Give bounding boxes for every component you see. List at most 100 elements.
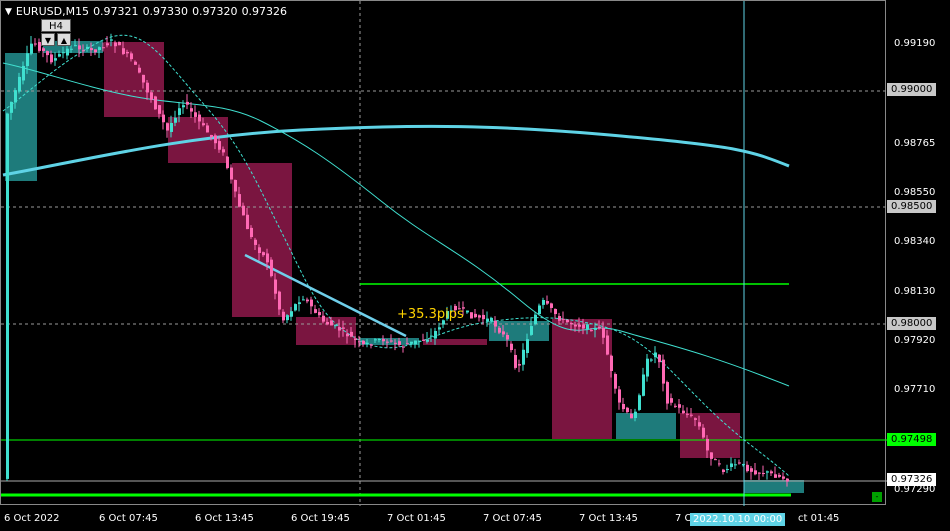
candle-body	[350, 331, 353, 337]
candle-body	[594, 327, 597, 330]
time-tick: 7 Oct 13:45	[579, 513, 638, 524]
candle-body	[574, 324, 577, 327]
candle-body	[778, 474, 781, 477]
time-tick: ct 01:45	[798, 513, 840, 524]
triangle-down-icon[interactable]: ▼	[5, 7, 12, 17]
price-tick: 0.98550	[894, 187, 936, 198]
chart-area[interactable]: ▼ EURUSD,M15 0.97321 0.97330 0.97320 0.9…	[0, 0, 887, 506]
candle-body	[742, 464, 745, 466]
candle-body	[590, 330, 593, 332]
candle-body	[178, 108, 181, 115]
time-axis[interactable]: 6 Oct 2022 6 Oct 07:45 6 Oct 13:45 6 Oct…	[0, 505, 886, 531]
timeframe-down-button[interactable]: ▼	[41, 33, 55, 46]
cursor-time-label: 2022.10.10 00:00	[690, 513, 786, 526]
candle-body	[722, 469, 725, 473]
price-tick: 0.99190	[894, 38, 936, 49]
candle-body	[214, 135, 217, 144]
candle-body	[494, 320, 497, 327]
candle-body	[174, 117, 177, 123]
candle-body	[294, 304, 297, 311]
candle-body	[258, 247, 261, 254]
candle-body	[290, 311, 293, 317]
candle-body	[226, 156, 229, 169]
candle-body	[238, 194, 241, 207]
candle-body	[210, 135, 213, 138]
candle-body	[254, 239, 257, 245]
candle-body	[154, 96, 157, 110]
candle-body	[194, 112, 197, 117]
candle-body	[430, 335, 433, 337]
candle-body	[366, 342, 369, 344]
candle-body	[362, 340, 365, 345]
candle-body	[754, 470, 757, 475]
candle-body	[582, 324, 585, 329]
candle-body	[774, 474, 777, 478]
candle-body	[6, 113, 9, 479]
candle-body	[82, 50, 85, 52]
candle-body	[782, 476, 785, 479]
candle-body	[338, 327, 341, 331]
ohlc-high: 0.97330	[142, 5, 189, 18]
candle-body	[586, 324, 589, 330]
candle-body	[246, 214, 249, 230]
candle-body	[58, 54, 61, 57]
candle-body	[514, 354, 517, 368]
candle-body	[138, 67, 141, 73]
candle-body	[130, 53, 133, 60]
candle-body	[158, 105, 161, 114]
time-tick: 6 Oct 19:45	[291, 513, 350, 524]
candle-body	[482, 314, 485, 320]
price-tick: 0.97290	[894, 484, 936, 495]
candle-body	[318, 312, 321, 316]
candle-body	[54, 58, 57, 61]
candle-body	[422, 339, 425, 341]
candle-body	[102, 47, 105, 49]
timeframe-label[interactable]: H4	[41, 19, 71, 32]
candle-body	[678, 404, 681, 408]
candle-body	[166, 123, 169, 131]
price-chart[interactable]	[1, 1, 887, 506]
timeframe-badge[interactable]: H4 ▼ ▲	[41, 19, 71, 49]
candle-body	[390, 340, 393, 342]
candle-body	[526, 339, 529, 354]
candle-body	[498, 327, 501, 333]
timeframe-up-button[interactable]: ▲	[57, 33, 71, 46]
minimize-button[interactable]: -	[872, 492, 882, 502]
candle-body	[670, 398, 673, 403]
candle-body	[666, 382, 669, 404]
candle-body	[394, 342, 397, 344]
candle-body	[478, 315, 481, 318]
price-tag-99000: 0.99000	[887, 83, 937, 96]
candle-body	[46, 51, 49, 56]
candle-body	[650, 359, 653, 361]
pips-annotation[interactable]: +35.3pips	[397, 307, 464, 322]
candle-body	[306, 299, 309, 302]
candle-body	[466, 310, 469, 313]
candle-body	[146, 82, 149, 93]
candle-body	[126, 51, 129, 54]
candle-body	[642, 374, 645, 396]
price-axis[interactable]: 0.99190 0.99000 0.98765 0.98550 0.98500 …	[886, 0, 950, 505]
time-tick: 7 Oct 01:45	[387, 513, 446, 524]
candle-body	[518, 364, 521, 366]
candle-body	[710, 452, 713, 459]
candle-body	[274, 279, 277, 294]
candle-body	[62, 52, 65, 54]
candle-body	[426, 339, 429, 342]
candle-body	[26, 53, 29, 67]
ohlc-open: 0.97321	[93, 5, 139, 18]
candle-body	[414, 340, 417, 345]
candle-body	[658, 354, 661, 363]
h4-box	[5, 53, 37, 181]
price-tag-98500: 0.98500	[887, 200, 937, 213]
candle-body	[14, 90, 17, 103]
candle-body	[334, 325, 337, 327]
candle-body	[738, 462, 741, 464]
candle-body	[370, 344, 373, 346]
candle-body	[726, 469, 729, 471]
candle-body	[222, 149, 225, 153]
symbol-name: EURUSD,M15	[15, 5, 90, 18]
candle-body	[354, 338, 357, 340]
candle-body	[598, 326, 601, 329]
candle-body	[310, 299, 313, 307]
